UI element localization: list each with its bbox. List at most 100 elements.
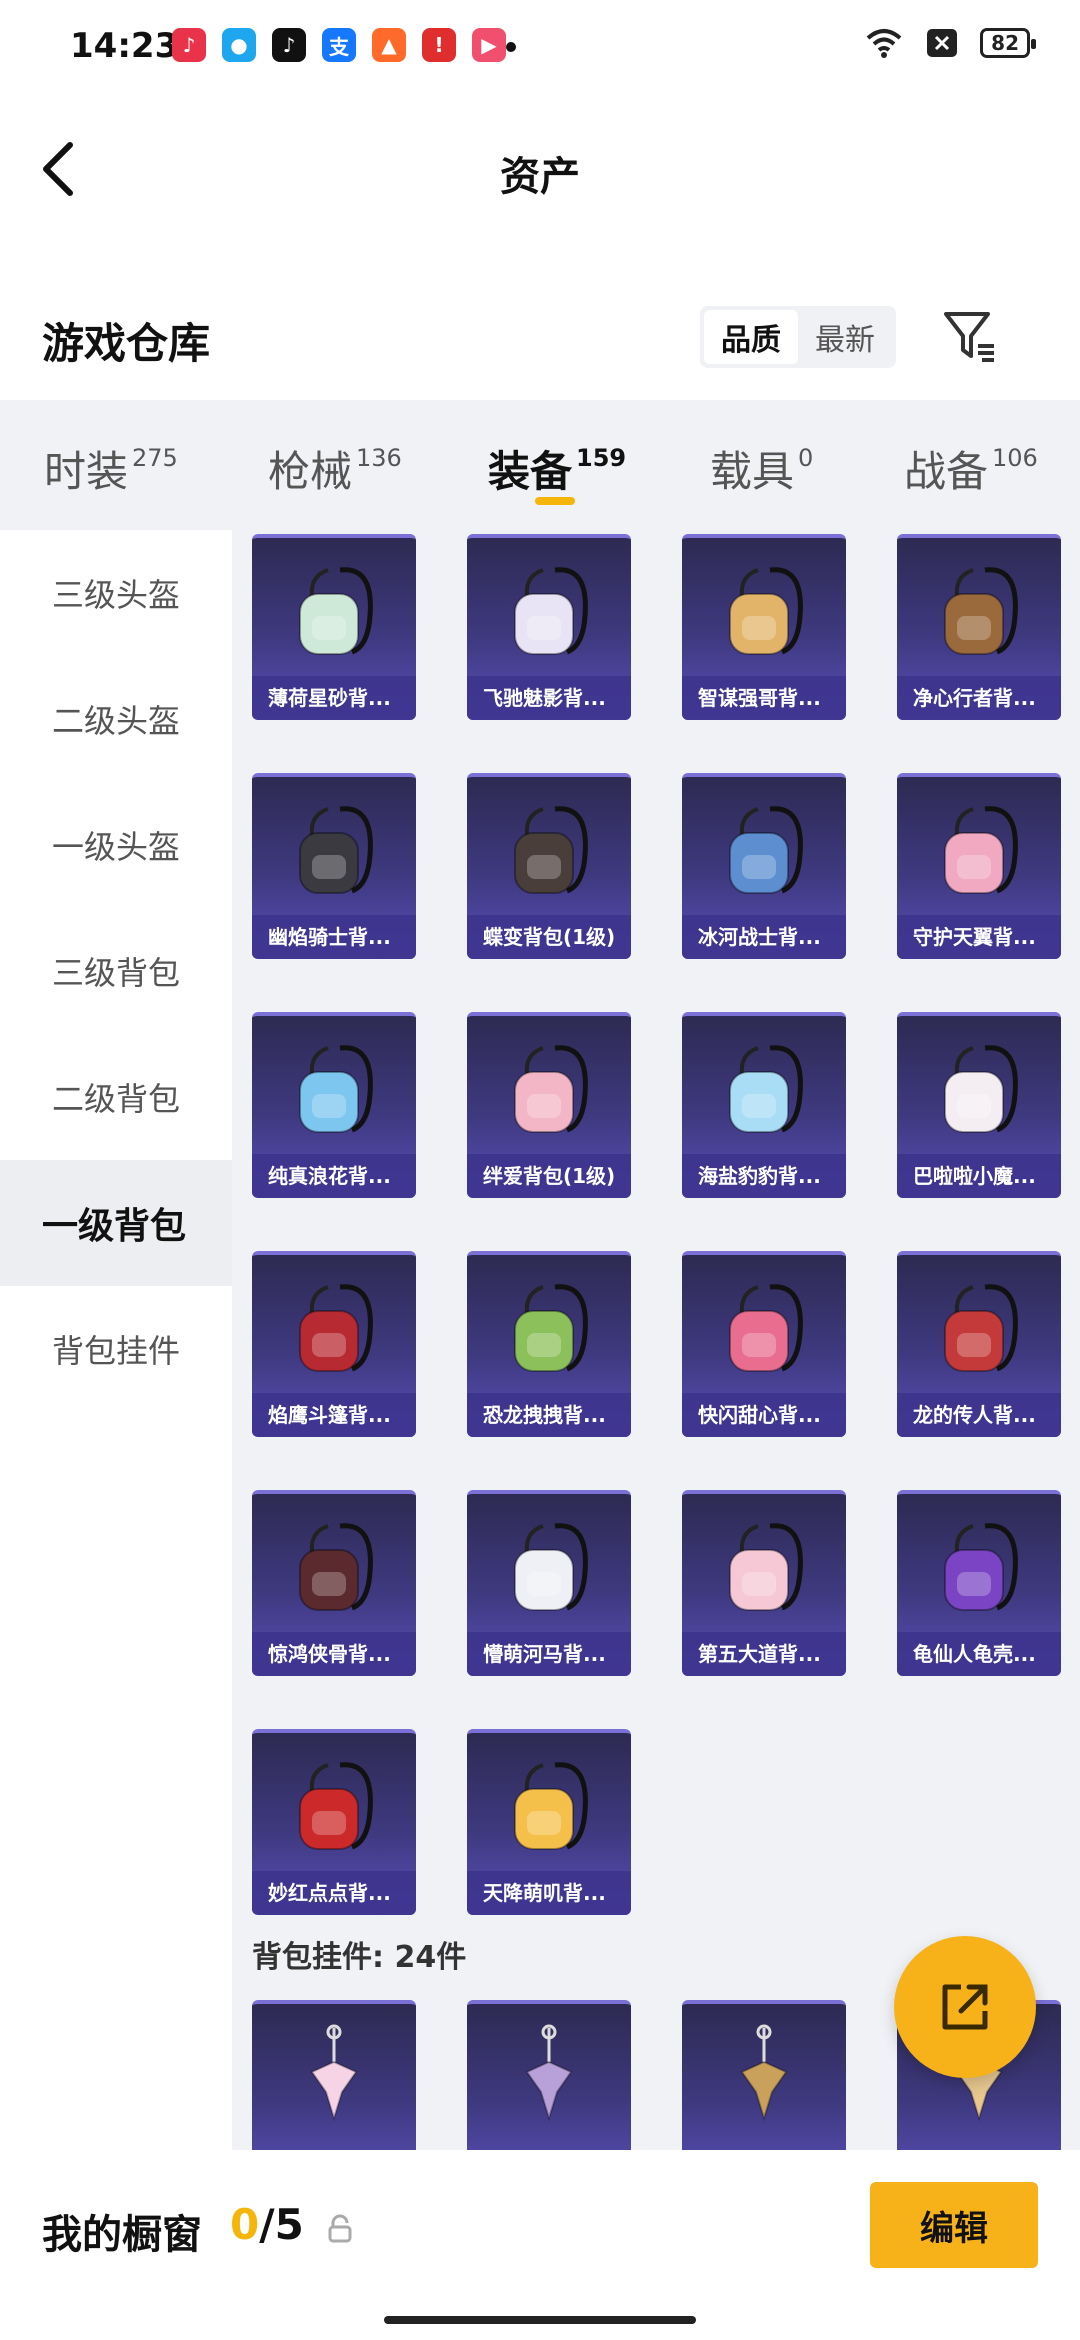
charm-item-card[interactable] xyxy=(252,2000,416,2150)
backpack-item-card[interactable]: 第五大道背... xyxy=(682,1490,846,1676)
backpack-item-card[interactable]: 冰河战士背... xyxy=(682,773,846,959)
backpack-icon xyxy=(944,806,1018,894)
item-grid-area: 薄荷星砂背... 飞驰魅影背... 智谋强哥背... 净心行者背... 幽焰骑士背...… xyxy=(232,530,1080,2150)
backpack-item-card[interactable]: 懵萌河马背... xyxy=(467,1490,631,1676)
backpack-item-card[interactable]: 守护天翼背... xyxy=(897,773,1061,959)
active-tab-indicator xyxy=(535,497,575,505)
share-button[interactable] xyxy=(894,1936,1036,2078)
sidebar-item-backpack-lv3[interactable]: 三级背包 xyxy=(0,908,232,1034)
tiktok-app-icon: ♪ xyxy=(272,28,306,62)
backpack-icon xyxy=(299,567,373,655)
page-title: 资产 xyxy=(500,154,580,200)
red-app-icon: ! xyxy=(422,28,456,62)
tab-label: 载具 xyxy=(710,447,795,496)
backpack-item-card[interactable]: 惊鸿侠骨背... xyxy=(252,1490,416,1676)
item-name: 快闪甜心背... xyxy=(682,1393,846,1437)
item-name: 龙的传人背... xyxy=(897,1393,1061,1437)
backpack-icon xyxy=(729,1045,803,1133)
tab-equipment[interactable]: 装备 159 xyxy=(488,438,626,499)
tab-fashion[interactable]: 时装 275 xyxy=(44,438,178,499)
sort-option-quality[interactable]: 品质 xyxy=(704,310,798,364)
backpack-item-card[interactable]: 飞驰魅影背... xyxy=(467,534,631,720)
status-right: 82 xyxy=(864,28,1036,58)
backpack-item-card[interactable]: 海盐豹豹背... xyxy=(682,1012,846,1198)
backpack-item-card[interactable]: 蝶变背包(1级) xyxy=(467,773,631,959)
status-time: 14:23 xyxy=(70,26,179,66)
item-name: 纯真浪花背... xyxy=(252,1154,416,1198)
warehouse-title: 游戏仓库 xyxy=(42,319,211,368)
backpack-icon xyxy=(514,567,588,655)
sidebar-item-helmet-lv2[interactable]: 二级头盔 xyxy=(0,656,232,782)
showcase-current: 0 xyxy=(230,2200,260,2249)
sidebar-item-helmet-lv3[interactable]: 三级头盔 xyxy=(0,530,232,656)
charm-icon xyxy=(310,2024,358,2122)
showcase-total: /5 xyxy=(259,2200,304,2249)
backpack-item-card[interactable]: 恐龙拽拽背... xyxy=(467,1251,631,1437)
backpack-item-card[interactable]: 纯真浪花背... xyxy=(252,1012,416,1198)
item-name: 妙红点点背... xyxy=(252,1871,416,1915)
charm-item-card[interactable] xyxy=(682,2000,846,2150)
backpack-icon xyxy=(729,1284,803,1372)
item-name: 飞驰魅影背... xyxy=(467,676,631,720)
item-name: 冰河战士背... xyxy=(682,915,846,959)
backpack-icon xyxy=(299,806,373,894)
tab-count: 275 xyxy=(132,444,178,472)
sidebar-item-backpack-lv1[interactable]: 一级背包 xyxy=(0,1160,232,1286)
sidebar-item-backpack-charm[interactable]: 背包挂件 xyxy=(0,1286,232,1412)
item-name: 巴啦啦小魔... xyxy=(897,1154,1061,1198)
backpack-item-card[interactable]: 巴啦啦小魔... xyxy=(897,1012,1061,1198)
subcategory-sidebar: 三级头盔 二级头盔 一级头盔 三级背包 二级背包 一级背包 背包挂件 xyxy=(0,530,232,2150)
backpack-item-card[interactable]: 快闪甜心背... xyxy=(682,1251,846,1437)
showcase-bar: 我的橱窗 0/5 编辑 xyxy=(0,2150,1080,2340)
share-out-icon xyxy=(942,1984,988,2030)
backpack-icon xyxy=(944,1523,1018,1611)
backpack-item-card[interactable]: 妙红点点背... xyxy=(252,1729,416,1915)
sidebar-item-helmet-lv1[interactable]: 一级头盔 xyxy=(0,782,232,908)
backpack-icon xyxy=(299,1762,373,1850)
app-header: 资产 xyxy=(0,96,1080,246)
tab-label: 时装 xyxy=(44,447,129,496)
charm-icon xyxy=(525,2024,573,2122)
tab-count: 0 xyxy=(798,444,814,472)
warehouse-header: 游戏仓库 品质 最新 xyxy=(0,246,1080,400)
item-name: 蝶变背包(1级) xyxy=(467,915,631,959)
backpack-item-card[interactable]: 天降萌叽背... xyxy=(467,1729,631,1915)
backpack-icon xyxy=(729,1523,803,1611)
item-name: 净心行者背... xyxy=(897,676,1061,720)
backpack-icon xyxy=(944,567,1018,655)
backpack-icon xyxy=(299,1284,373,1372)
tab-vehicles[interactable]: 载具 0 xyxy=(710,438,813,499)
sort-toggle: 品质 最新 xyxy=(700,306,896,368)
sort-option-newest[interactable]: 最新 xyxy=(798,310,892,364)
charm-icon xyxy=(740,2024,788,2122)
sim-off-icon xyxy=(927,29,958,57)
charm-section-label: 背包挂件: 24件 xyxy=(252,1940,467,1975)
item-name: 幽焰骑士背... xyxy=(252,915,416,959)
backpack-item-card[interactable]: 龟仙人龟壳... xyxy=(897,1490,1061,1676)
sidebar-item-backpack-lv2[interactable]: 二级背包 xyxy=(0,1034,232,1160)
game-app-icon: ▲ xyxy=(372,28,406,62)
item-name: 第五大道背... xyxy=(682,1632,846,1676)
filter-icon xyxy=(944,312,994,362)
edit-button[interactable]: 编辑 xyxy=(870,2182,1038,2268)
tab-supplies[interactable]: 战备 106 xyxy=(904,438,1038,499)
backpack-item-card[interactable]: 智谋强哥背... xyxy=(682,534,846,720)
video-app-icon: ▶ xyxy=(472,28,506,62)
item-name: 海盐豹豹背... xyxy=(682,1154,846,1198)
backpack-item-card[interactable]: 幽焰骑士背... xyxy=(252,773,416,959)
backpack-item-card[interactable]: 薄荷星砂背... xyxy=(252,534,416,720)
item-name: 懵萌河马背... xyxy=(467,1632,631,1676)
filter-button[interactable] xyxy=(940,306,1000,366)
lock-icon xyxy=(328,2214,352,2243)
category-tabs: 时装 275 枪械 136 装备 159 载具 0 战备 106 xyxy=(0,400,1080,530)
tab-firearms[interactable]: 枪械 136 xyxy=(268,438,402,499)
backpack-item-card[interactable]: 焰鹰斗篷背... xyxy=(252,1251,416,1437)
backpack-icon xyxy=(729,806,803,894)
backpack-item-card[interactable]: 净心行者背... xyxy=(897,534,1061,720)
charm-item-card[interactable] xyxy=(467,2000,631,2150)
showcase-title: 我的橱窗 xyxy=(42,2212,202,2258)
backpack-icon xyxy=(514,1762,588,1850)
backpack-item-card[interactable]: 龙的传人背... xyxy=(897,1251,1061,1437)
backpack-item-card[interactable]: 绊爱背包(1级) xyxy=(467,1012,631,1198)
item-name: 智谋强哥背... xyxy=(682,676,846,720)
